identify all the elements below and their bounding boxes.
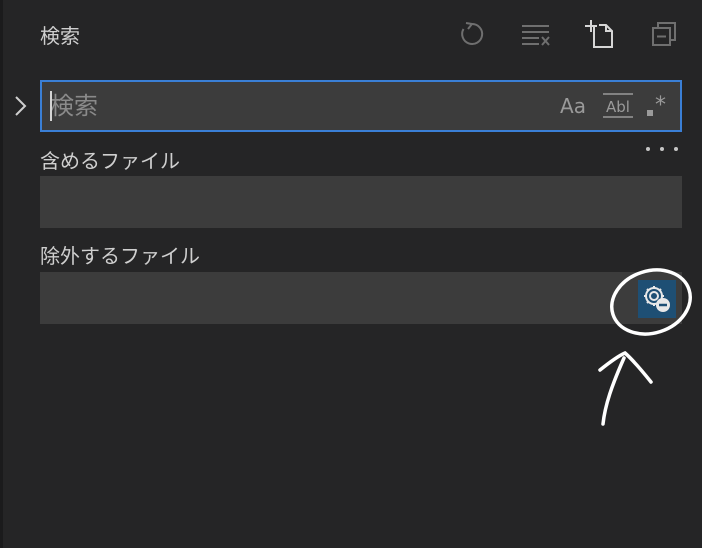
panel-left-border [0, 0, 3, 548]
include-files-label: 含めるファイル [40, 149, 180, 173]
search-panel: 検索 検索 Aa Abl * 含めるファイル 除外するファイル [0, 0, 702, 548]
refresh-icon [461, 22, 484, 45]
toggle-search-details-button[interactable] [646, 142, 678, 156]
new-search-editor-icon [585, 20, 613, 48]
include-files-box [40, 176, 682, 228]
exclude-files-box [40, 272, 682, 324]
exclude-files-label: 除外するファイル [40, 244, 200, 268]
toggle-replace-button[interactable] [10, 94, 32, 118]
new-search-editor-button[interactable] [584, 18, 616, 50]
gear-exclude-icon [644, 286, 670, 312]
regex-button[interactable]: * [644, 90, 674, 122]
match-case-label: Aa [560, 94, 586, 118]
refresh-button[interactable] [456, 18, 488, 50]
text-cursor [50, 91, 52, 121]
search-input[interactable] [50, 88, 540, 124]
ellipsis-dot-icon [646, 147, 650, 151]
regex-icon: * [647, 93, 666, 118]
whole-word-icon: Abl [603, 93, 633, 118]
ellipsis-dot-icon [674, 147, 678, 151]
exclude-files-input[interactable] [48, 280, 632, 318]
panel-title: 検索 [40, 24, 80, 48]
chevron-right-icon [15, 96, 27, 116]
collapse-all-icon [652, 22, 676, 46]
collapse-all-button[interactable] [648, 18, 680, 50]
panel-header: 検索 [40, 18, 680, 50]
svg-text:*: * [655, 93, 666, 118]
whole-word-button[interactable]: Abl [598, 90, 638, 122]
use-exclude-settings-button[interactable] [638, 280, 676, 318]
header-actions [456, 18, 680, 50]
clear-results-button[interactable] [520, 18, 552, 50]
clear-results-icon [522, 25, 550, 46]
search-box: Aa Abl * [40, 80, 682, 132]
ellipsis-dot-icon [660, 147, 664, 151]
pointer-arrow [598, 350, 653, 426]
whole-word-label: Abl [606, 98, 630, 116]
include-files-input[interactable] [48, 184, 632, 222]
match-case-button[interactable]: Aa [556, 90, 590, 122]
